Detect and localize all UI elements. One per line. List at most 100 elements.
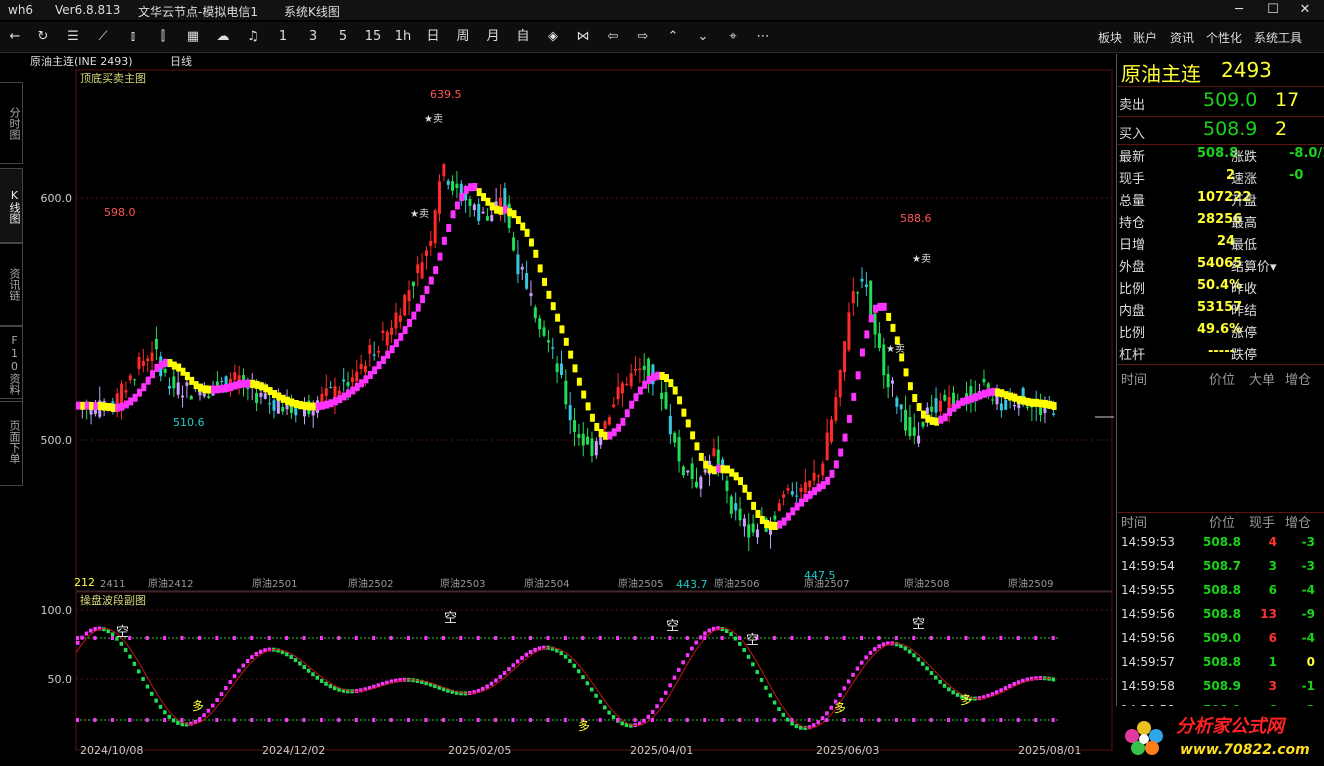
oscillator-point [163, 710, 167, 715]
trend-segment [833, 460, 839, 469]
lower-band-dot [650, 718, 654, 722]
nav-tab-1[interactable]: K线图 [0, 168, 23, 244]
sell-signal-label: ★卖 [410, 208, 429, 220]
candle-body [433, 210, 437, 244]
candle-body [394, 312, 398, 329]
candle-icon[interactable]: ⫾ [121, 27, 145, 47]
menu-item-3[interactable]: 个性化 [1206, 29, 1242, 46]
trend-segment [363, 375, 369, 384]
trend-segment [920, 410, 926, 419]
candle-body [468, 199, 472, 206]
kline-chart[interactable]: 原油主连(INE 2493) 日线顶底买卖主图操盘波段副图 600.0 500.0 10… [24, 54, 1116, 764]
tick-price: 508.9 [1203, 679, 1241, 693]
lower-band-dot [180, 718, 184, 722]
app-name: wh6 [8, 3, 34, 17]
arrow-right-icon[interactable]: ⇨ [631, 27, 655, 47]
period-button-4[interactable]: 1h [391, 27, 415, 47]
quote-field-row: 外盘 54065 结算价▾ [1117, 253, 1324, 275]
minimize-button[interactable]: ─ [1222, 0, 1256, 20]
contract-label: 原油2412 [148, 577, 193, 590]
oscillator-point [594, 693, 598, 698]
period-button-6[interactable]: 周 [451, 27, 475, 47]
trend-segment [816, 483, 822, 492]
nav-tab-3[interactable]: F10资料 [0, 326, 23, 402]
oscillator-point [620, 721, 624, 726]
line-chart-icon[interactable]: ⟋ [91, 27, 115, 47]
lower-band-dot [528, 718, 532, 722]
price-extreme-label: 510.6 [173, 416, 205, 429]
candle-body [808, 480, 812, 488]
menu-item-2[interactable]: 资讯 [1170, 29, 1194, 46]
nav-tab-4[interactable]: 页面下单 [0, 398, 23, 486]
arrow-left-icon[interactable]: ⇦ [601, 27, 625, 47]
tick-price: 508.8 [1203, 535, 1241, 549]
candle-body [281, 407, 285, 412]
oscillator-point [916, 657, 921, 662]
trend-segment [1008, 392, 1014, 401]
main-indicator-name[interactable]: 顶底买卖主图 [80, 71, 146, 85]
lower-band-dot [145, 718, 149, 722]
trend-segment [507, 208, 513, 217]
upper-band-dot [441, 636, 445, 640]
candle-body [908, 417, 912, 437]
ask-row: 卖出 509.0 17 [1117, 88, 1324, 116]
more-icon[interactable]: ⋯ [751, 27, 775, 47]
crosshair-icon[interactable]: ⌖ [721, 27, 745, 47]
period-button-3[interactable]: 15 [361, 27, 385, 47]
maximize-button[interactable]: ☐ [1256, 0, 1290, 20]
menu-item-4[interactable]: 系统工具 [1254, 29, 1302, 46]
chart-period[interactable]: 日线 [170, 54, 192, 68]
period-button-7[interactable]: 月 [481, 27, 505, 47]
period-button-0[interactable]: 1 [271, 27, 295, 47]
menu-item-0[interactable]: 板块 [1098, 29, 1122, 46]
split-icon[interactable]: ⫿ [151, 27, 175, 47]
nav-tab-0[interactable]: 分时图 [0, 82, 23, 164]
oscillator-point [302, 665, 306, 670]
period-button-2[interactable]: 5 [331, 27, 355, 47]
lower-band-dot [842, 718, 846, 722]
trend-segment [742, 484, 748, 493]
compress-icon[interactable]: ⋈ [571, 27, 595, 47]
candle-body [986, 383, 990, 388]
tick-time: 14:59:58 [1121, 679, 1175, 693]
bell-icon[interactable]: ♫ [241, 27, 265, 47]
trend-segment [520, 222, 526, 231]
trend-segment [276, 392, 282, 401]
trend-segment [481, 193, 487, 202]
refresh-icon[interactable]: ↻ [31, 27, 55, 47]
tick-price: 508.8 [1203, 655, 1241, 669]
candle-body [890, 380, 894, 384]
grid-icon[interactable]: ▦ [181, 27, 205, 47]
trend-segment [132, 393, 138, 402]
candle-body [577, 434, 581, 438]
sub-indicator-name[interactable]: 操盘波段副图 [80, 593, 146, 607]
trend-segment [720, 465, 726, 474]
arrow-up-icon[interactable]: ⌃ [661, 27, 685, 47]
upper-band-dot [825, 636, 829, 640]
oscillator-point [951, 690, 955, 695]
period-button-8[interactable]: 自 [511, 27, 535, 47]
menu-item-1[interactable]: 账户 [1133, 29, 1157, 46]
trend-segment [89, 401, 95, 410]
tick-price: 508.8 [1203, 583, 1241, 597]
oscillator-point [907, 649, 912, 654]
cloud-icon[interactable]: ☁ [211, 27, 235, 47]
app-version: Ver6.8.813 [55, 3, 121, 17]
oscillator-point [751, 662, 755, 667]
nav-tab-2[interactable]: 资讯链 [0, 242, 23, 326]
arrow-down-icon[interactable]: ⌄ [691, 27, 715, 47]
trend-segment [407, 318, 412, 327]
period-button-5[interactable]: 日 [421, 27, 445, 47]
upper-band-dot [981, 636, 985, 640]
close-button[interactable]: ✕ [1288, 0, 1322, 20]
period-button-1[interactable]: 3 [301, 27, 325, 47]
oscillator-point [110, 632, 115, 637]
expand-icon[interactable]: ◈ [541, 27, 565, 47]
oscillator-point [494, 678, 498, 683]
candle-body [128, 375, 132, 381]
field-value: -8.0/1 [1289, 146, 1324, 161]
list-icon[interactable]: ☰ [61, 27, 85, 47]
tick-volume: 6 [1268, 631, 1277, 645]
back-icon[interactable]: ← [3, 27, 27, 47]
upper-band-dot [877, 636, 881, 640]
